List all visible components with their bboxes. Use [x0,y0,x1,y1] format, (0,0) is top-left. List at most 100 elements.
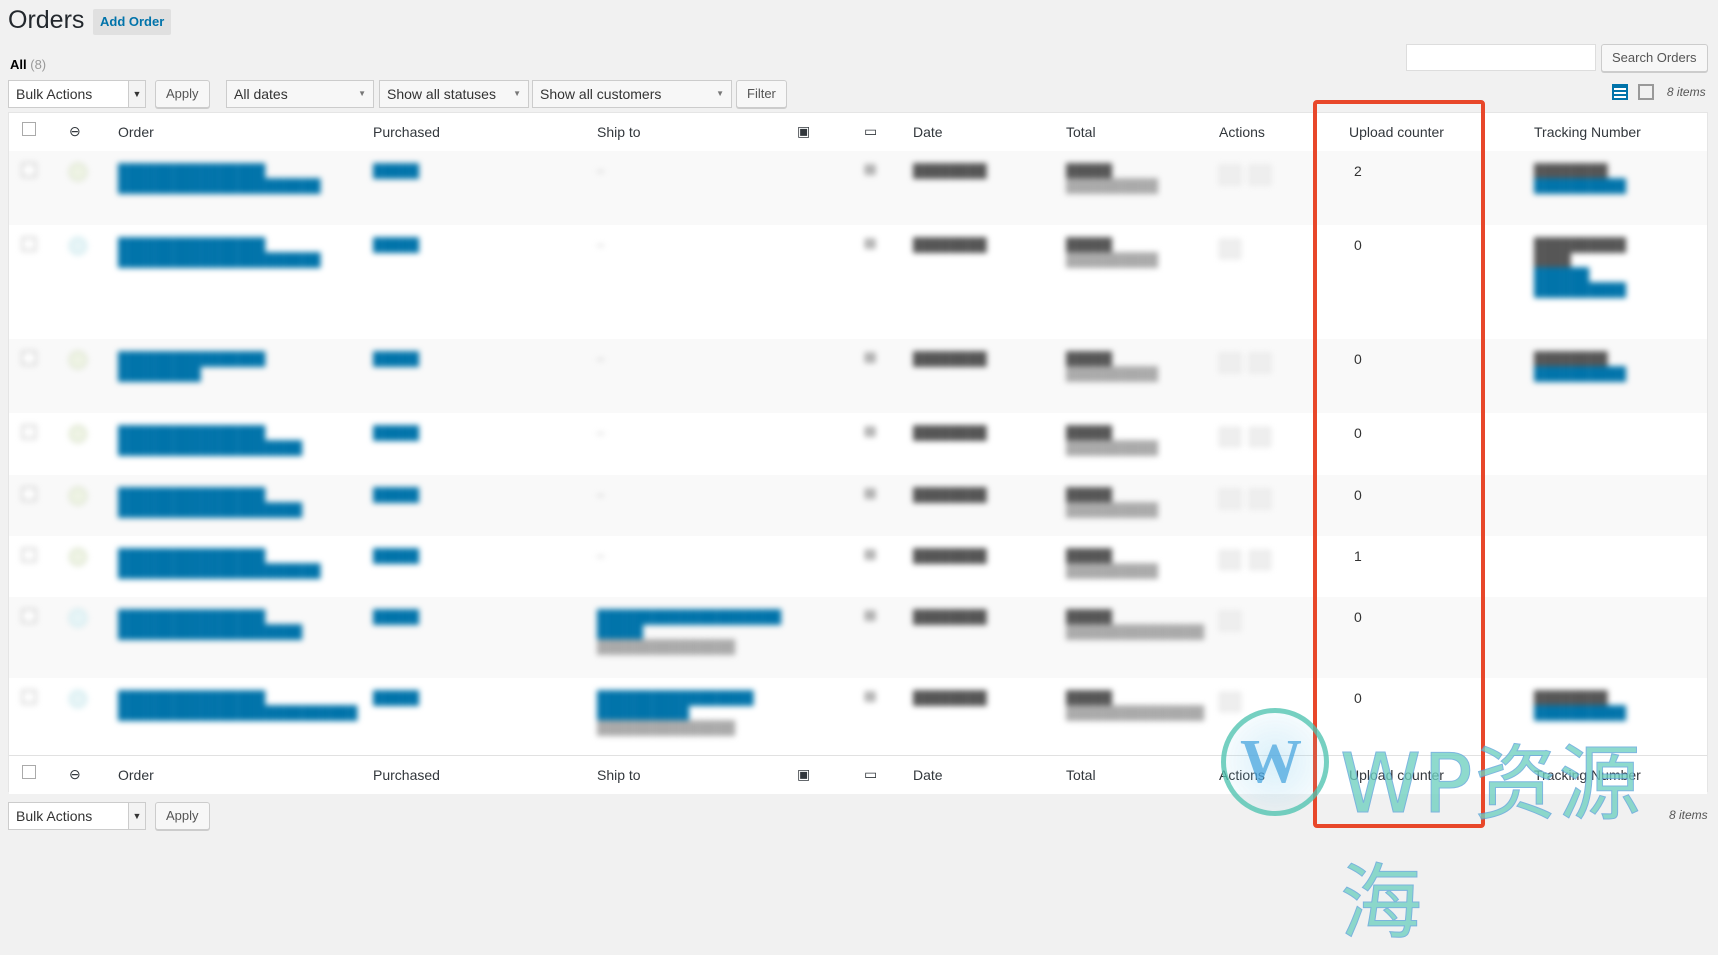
ship-to-value: – [597,548,605,563]
view-action-button[interactable] [1219,611,1241,631]
note-icon: ▤ [864,688,877,703]
row-checkbox[interactable] [22,351,36,365]
complete-action-button[interactable] [1219,550,1241,570]
order-link[interactable]: ████████████████ ████████████████████ [118,425,302,455]
complete-action-button[interactable] [1219,427,1241,447]
bulk-actions-select[interactable]: Bulk Actions ▼ [8,80,146,108]
order-link[interactable]: ████████████████ ████████████████████ [118,609,302,639]
order-link[interactable]: ████████████████ ██████████████████████ [118,163,321,193]
customers-select[interactable]: Show all customers ▼ [532,80,732,108]
filter-button[interactable]: Filter [736,80,787,108]
purchased-link[interactable]: █████ [373,237,419,252]
row-checkbox[interactable] [22,237,36,251]
note-icon: ▤ [864,485,877,500]
purchased-link[interactable]: █████ [373,351,419,366]
view-action-button[interactable] [1219,239,1241,259]
row-checkbox[interactable] [22,487,36,501]
column-upload-counter: Upload counter [1349,124,1444,140]
column-total[interactable]: Total [1066,767,1096,783]
complete-action-button[interactable] [1219,489,1241,509]
view-action-button[interactable] [1249,165,1271,185]
ship-to-value[interactable]: ████████████████████ █████ ███████████████ [597,609,781,654]
view-action-button[interactable] [1249,353,1271,373]
purchased-link[interactable]: █████ [373,548,419,563]
upload-counter-value: 0 [1354,425,1362,441]
chevron-down-icon: ▼ [513,89,521,98]
complete-action-button[interactable] [1219,165,1241,185]
status-icon [69,425,87,443]
tracking-value: ██████████ ████ ██████ ██████████ [1534,237,1627,297]
customers-value: Show all customers [540,86,662,102]
excerpt-view-icon[interactable] [1638,83,1655,100]
purchased-link[interactable]: █████ [373,425,419,440]
row-checkbox[interactable] [22,163,36,177]
orders-table: ⊖ Order Purchased Ship to ▣ ▭ Date Total… [8,112,1708,794]
upload-counter-value: 0 [1354,487,1362,503]
order-link[interactable]: ████████████████ ██████████████████████ [118,237,321,267]
order-link[interactable]: ████████████████ █████████ [118,351,265,381]
date-value: ████████ [913,351,987,366]
status-icon [69,163,87,181]
table-footer: ⊖ Order Purchased Ship to ▣ ▭ Date Total… [9,755,1707,794]
list-view-icon[interactable] [1612,83,1628,100]
search-orders-button[interactable]: Search Orders [1601,44,1708,72]
view-action-button[interactable] [1249,489,1271,509]
dates-select[interactable]: All dates ▼ [226,80,374,108]
upload-counter-value: 2 [1354,163,1362,179]
column-purchased: Purchased [373,124,440,140]
total-value: █████ ██████████ [1066,237,1159,267]
table-row: ████████████████ ████████████████████ ███… [9,475,1707,536]
ship-to-value[interactable]: █████████████████ ██████████ █████████████… [597,690,754,735]
statuses-select[interactable]: Show all statuses ▼ [379,80,529,108]
purchased-link[interactable]: █████ [373,163,419,178]
table-row: ████████████████ ██████████████████████ █… [9,151,1707,225]
date-value: ████████ [913,163,987,178]
row-checkbox[interactable] [22,609,36,623]
upload-counter-value: 1 [1354,548,1362,564]
order-link[interactable]: ████████████████ ██████████████████████ [118,548,321,578]
apply-button-bottom[interactable]: Apply [155,802,210,830]
select-all-checkbox[interactable] [22,765,36,779]
view-action-button[interactable] [1249,550,1271,570]
column-date[interactable]: Date [913,124,943,140]
row-checkbox[interactable] [22,425,36,439]
add-order-button[interactable]: Add Order [93,9,172,35]
filter-all-link[interactable]: All (8) [10,57,46,72]
complete-action-button[interactable] [1219,353,1241,373]
column-order[interactable]: Order [118,767,154,783]
purchased-link[interactable]: █████ [373,609,419,624]
table-header: ⊖ Order Purchased Ship to ▣ ▭ Date Total… [9,113,1707,152]
status-icon [69,487,87,505]
order-notes-icon: ▭ [864,766,878,782]
row-checkbox[interactable] [22,690,36,704]
column-order[interactable]: Order [118,124,154,140]
status-icon [69,690,87,708]
total-value: █████ ███████████████ [1066,690,1205,720]
total-value: █████ ██████████ [1066,425,1159,455]
purchased-link[interactable]: █████ [373,487,419,502]
column-date[interactable]: Date [913,767,943,783]
row-checkbox[interactable] [22,548,36,562]
order-link[interactable]: ████████████████ ████████████████████ [118,487,302,517]
status-icon [69,548,87,566]
order-link[interactable]: ████████████████ ████████████████████████… [118,690,357,720]
search-input[interactable] [1406,44,1596,71]
column-tracking-number: Tracking Number [1534,767,1641,783]
status-column-icon: ⊖ [69,766,81,782]
ship-to-value: – [597,487,605,502]
note-icon: ▤ [864,161,877,176]
upload-counter-value: 0 [1354,690,1362,706]
select-all-checkbox[interactable] [22,122,36,136]
bulk-actions-select-bottom[interactable]: Bulk Actions ▼ [8,802,146,830]
status-icon [69,609,87,627]
column-tracking-number: Tracking Number [1534,124,1641,140]
customer-message-icon: ▣ [797,766,811,782]
upload-counter-value: 0 [1354,237,1362,253]
status-icon [69,351,87,369]
table-row: ████████████████ ██████████████████████ █… [9,225,1707,339]
column-total[interactable]: Total [1066,124,1096,140]
view-action-button[interactable] [1219,692,1241,712]
apply-button[interactable]: Apply [155,80,210,108]
view-action-button[interactable] [1249,427,1271,447]
purchased-link[interactable]: █████ [373,690,419,705]
